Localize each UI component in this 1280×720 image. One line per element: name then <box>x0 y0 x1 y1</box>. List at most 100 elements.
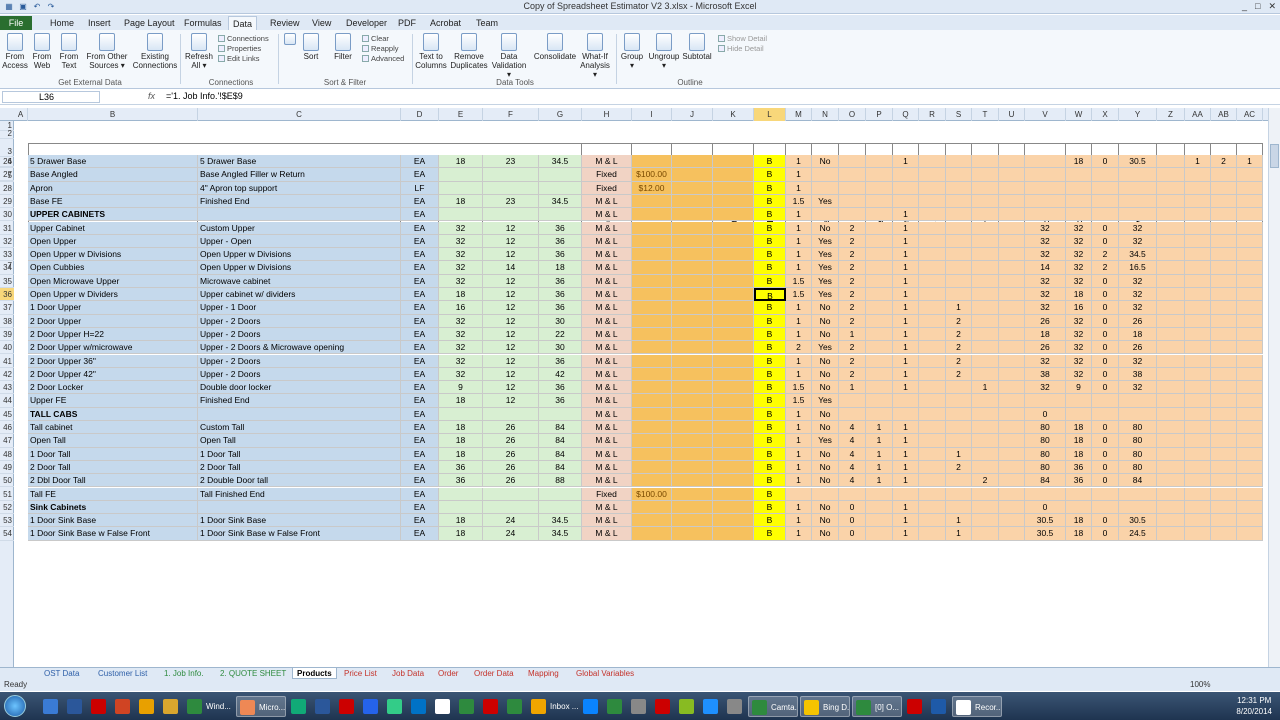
table-cell[interactable] <box>999 288 1025 302</box>
table-cell[interactable] <box>946 487 972 501</box>
table-cell[interactable] <box>632 460 672 475</box>
table-cell[interactable] <box>919 261 946 275</box>
table-cell[interactable] <box>999 367 1025 382</box>
table-cell[interactable] <box>919 354 946 368</box>
table-cell[interactable] <box>632 288 672 302</box>
table-cell[interactable] <box>539 487 582 501</box>
table-cell[interactable] <box>972 500 999 515</box>
table-cell[interactable]: 18 <box>1066 421 1092 435</box>
table-cell[interactable] <box>866 354 893 368</box>
table-cell[interactable] <box>1157 208 1185 222</box>
table-cell[interactable] <box>632 234 672 249</box>
table-cell[interactable] <box>1185 460 1211 475</box>
table-cell[interactable]: M & L <box>582 367 632 382</box>
table-cell[interactable] <box>713 234 754 249</box>
table-cell[interactable]: M & L <box>582 421 632 435</box>
table-cell[interactable]: Custom Tall <box>198 421 401 435</box>
table-cell[interactable] <box>539 181 582 195</box>
table-cell[interactable] <box>999 181 1025 195</box>
table-cell[interactable]: B <box>754 301 786 315</box>
table-cell[interactable]: 80 <box>1119 434 1157 448</box>
table-cell[interactable]: Yes <box>812 248 839 262</box>
table-cell[interactable]: EA <box>401 288 439 302</box>
table-cell[interactable]: 12 <box>483 367 539 382</box>
table-cell[interactable] <box>866 194 893 209</box>
table-cell[interactable] <box>999 500 1025 515</box>
what-if-analysis-button[interactable]: What-If Analysis ▾ <box>578 33 612 79</box>
table-cell[interactable] <box>999 381 1025 395</box>
hide-detail-button[interactable]: Hide Detail <box>718 44 767 54</box>
table-cell[interactable] <box>946 181 972 195</box>
table-cell[interactable]: Upper cabinet w/ dividers <box>198 288 401 302</box>
table-cell[interactable] <box>919 248 946 262</box>
table-cell[interactable] <box>1025 194 1066 209</box>
table-cell[interactable]: EA <box>401 194 439 209</box>
table-cell[interactable]: 1 <box>839 327 866 342</box>
table-cell[interactable]: No <box>812 314 839 328</box>
table-cell[interactable] <box>999 234 1025 249</box>
table-cell[interactable]: Upper - 2 Doors & Microwave opening <box>198 341 401 355</box>
table-cell[interactable] <box>946 274 972 288</box>
table-cell[interactable] <box>893 194 919 209</box>
table-cell[interactable] <box>1237 487 1263 501</box>
close-button[interactable]: ✕ <box>1268 1 1276 12</box>
table-cell[interactable]: 32 <box>439 314 483 328</box>
column-header-y[interactable]: Y <box>1119 108 1157 121</box>
table-cell[interactable]: Yes <box>812 341 839 355</box>
taskbar-item[interactable] <box>40 696 62 717</box>
table-cell[interactable]: 32 <box>1025 234 1066 249</box>
table-cell[interactable]: 1 <box>786 221 812 235</box>
table-cell[interactable] <box>713 288 754 302</box>
table-cell[interactable]: 18 <box>439 434 483 448</box>
table-cell[interactable]: 12 <box>483 354 539 368</box>
table-cell[interactable]: 1 <box>893 514 919 528</box>
table-cell[interactable] <box>713 274 754 288</box>
table-cell[interactable]: EA <box>401 208 439 222</box>
taskbar-item[interactable] <box>384 696 406 717</box>
table-cell[interactable]: 1 <box>786 474 812 488</box>
table-cell[interactable]: 32 <box>439 367 483 382</box>
table-cell[interactable]: 32 <box>1119 301 1157 315</box>
column-header-p[interactable]: P <box>866 108 893 121</box>
table-cell[interactable] <box>999 474 1025 488</box>
table-cell[interactable] <box>483 487 539 501</box>
table-cell[interactable]: 9 <box>1066 381 1092 395</box>
row-header[interactable]: 47 <box>0 434 14 448</box>
table-cell[interactable]: M & L <box>582 194 632 209</box>
table-cell[interactable] <box>919 168 946 182</box>
table-cell[interactable] <box>672 221 713 235</box>
row-header[interactable]: 43 <box>0 381 14 395</box>
table-cell[interactable]: Upper FE <box>28 394 198 408</box>
table-cell[interactable] <box>672 487 713 501</box>
table-cell[interactable]: 32 <box>1119 381 1157 395</box>
table-cell[interactable]: Open Upper w Divisions <box>198 248 401 262</box>
table-cell[interactable]: 1 <box>972 381 999 395</box>
table-cell[interactable] <box>439 487 483 501</box>
column-header-m[interactable]: M <box>786 108 812 121</box>
table-cell[interactable]: 30.5 <box>1119 514 1157 528</box>
table-cell[interactable]: Base Angled <box>28 168 198 182</box>
table-cell[interactable] <box>632 514 672 528</box>
table-cell[interactable] <box>839 194 866 209</box>
table-cell[interactable] <box>1119 394 1157 408</box>
table-cell[interactable] <box>812 208 839 222</box>
table-cell[interactable] <box>539 500 582 515</box>
table-cell[interactable] <box>713 500 754 515</box>
row-header[interactable]: 26 <box>0 155 14 169</box>
table-cell[interactable] <box>919 514 946 528</box>
table-cell[interactable] <box>999 514 1025 528</box>
table-cell[interactable] <box>1211 168 1237 182</box>
sheet-tab[interactable]: 1. Job Info. <box>160 668 208 679</box>
tab-insert[interactable]: Insert <box>84 16 115 30</box>
table-cell[interactable]: M & L <box>582 354 632 368</box>
row-header[interactable]: 46 <box>0 421 14 435</box>
table-cell[interactable] <box>919 527 946 541</box>
table-cell[interactable] <box>632 261 672 275</box>
table-cell[interactable] <box>1066 208 1092 222</box>
table-cell[interactable]: 0 <box>1092 447 1119 461</box>
table-cell[interactable]: Base FE <box>28 194 198 209</box>
table-cell[interactable]: 1 <box>893 314 919 328</box>
taskbar-item[interactable] <box>676 696 698 717</box>
column-header-e[interactable]: E <box>439 108 483 121</box>
table-cell[interactable] <box>919 381 946 395</box>
